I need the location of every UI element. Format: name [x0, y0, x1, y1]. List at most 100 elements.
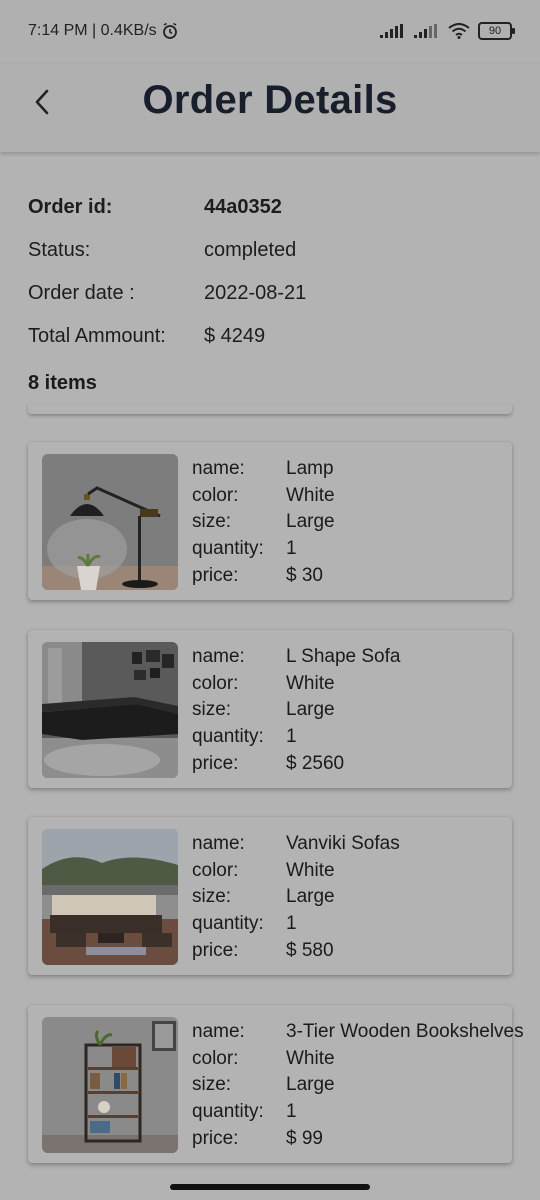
- item-price-row: price: $ 30: [192, 562, 532, 589]
- item-quantity-row: quantity: 1: [192, 911, 532, 938]
- item-size-row: size: Large: [192, 1072, 532, 1099]
- price-label: price:: [192, 939, 239, 961]
- item-color: White: [286, 672, 335, 694]
- item-color: White: [286, 859, 335, 881]
- order-item-card[interactable]: name: 3-Tier Wooden Bookshelves color: Whi…: [28, 1005, 524, 1163]
- item-name-row: name: 3-Tier Wooden Bookshelves: [192, 1019, 532, 1046]
- item-color: White: [286, 484, 335, 506]
- product-image-sofa: [42, 642, 178, 778]
- item-quantity: 1: [286, 538, 297, 560]
- color-label: color:: [192, 859, 239, 881]
- name-label: name:: [192, 458, 245, 480]
- color-label: color:: [192, 1047, 239, 1069]
- order-id-row: Order id: 44a0352: [28, 186, 512, 229]
- order-date-value: 2022-08-21: [204, 282, 307, 304]
- item-size: Large: [286, 699, 335, 721]
- item-color-row: color: White: [192, 858, 532, 885]
- order-date-label: Order date :: [28, 282, 135, 304]
- item-quantity-row: quantity: 1: [192, 536, 532, 563]
- order-item-card[interactable]: name: Lamp color: White size: Large quantit…: [28, 442, 512, 600]
- order-item-card[interactable]: name: L Shape Sofa color: White size: Large…: [28, 630, 512, 788]
- order-status-label: Status:: [28, 239, 91, 261]
- item-size-row: size: Large: [192, 697, 532, 724]
- quantity-label: quantity:: [192, 726, 264, 748]
- product-image-lamp: [42, 454, 178, 590]
- item-quantity-row: quantity: 1: [192, 724, 532, 751]
- price-label: price:: [192, 1127, 239, 1149]
- name-label: name:: [192, 833, 245, 855]
- item-price: $ 580: [286, 939, 334, 961]
- item-price-row: price: $ 580: [192, 937, 532, 964]
- status-right: 90: [380, 22, 515, 40]
- quantity-label: quantity:: [192, 538, 264, 560]
- order-total-label: Total Ammount:: [28, 325, 166, 347]
- item-price: $ 99: [286, 1127, 323, 1149]
- quantity-label: quantity:: [192, 1101, 264, 1123]
- name-label: name:: [192, 646, 245, 668]
- item-details: name: 3-Tier Wooden Bookshelves color: Whi…: [192, 1019, 532, 1152]
- item-details: name: Vanviki Sofas color: White size: Larg…: [192, 831, 532, 964]
- item-details: name: Lamp color: White size: Large quantit…: [192, 456, 532, 589]
- battery-icon: 90: [478, 22, 515, 40]
- size-label: size:: [192, 699, 232, 721]
- item-name: L Shape Sofa: [286, 646, 401, 668]
- item-price: $ 2560: [286, 752, 345, 774]
- price-label: price:: [192, 752, 239, 774]
- item-price-row: price: $ 2560: [192, 750, 532, 777]
- item-name-row: name: Vanviki Sofas: [192, 831, 532, 858]
- order-total-row: Total Ammount: $ 4249: [28, 315, 512, 358]
- list-divider: [28, 404, 512, 414]
- color-label: color:: [192, 672, 239, 694]
- status-time-speed: 7:14 PM | 0.4KB/s: [28, 22, 157, 39]
- signal-icon: [380, 24, 403, 38]
- item-size: Large: [286, 886, 335, 908]
- order-date-row: Order date : 2022-08-21: [28, 272, 512, 315]
- item-quantity: 1: [286, 726, 297, 748]
- order-status-value: completed: [204, 239, 297, 261]
- order-item-card[interactable]: name: Vanviki Sofas color: White size: Larg…: [28, 817, 512, 975]
- size-label: size:: [192, 511, 232, 533]
- app-bar: Order Details: [0, 64, 540, 152]
- item-color-row: color: White: [192, 671, 532, 698]
- name-label: name:: [192, 1021, 245, 1043]
- item-quantity: 1: [286, 913, 297, 935]
- order-id-value: 44a0352: [204, 196, 282, 218]
- order-id-label: Order id:: [28, 196, 113, 218]
- item-name: 3-Tier Wooden Bookshelves: [286, 1021, 524, 1043]
- color-label: color:: [192, 484, 239, 506]
- order-status-row: Status: completed: [28, 229, 512, 272]
- item-price: $ 30: [286, 564, 323, 586]
- quantity-label: quantity:: [192, 913, 264, 935]
- item-color: White: [286, 1047, 335, 1069]
- size-label: size:: [192, 886, 232, 908]
- product-image-bookshelf: [42, 1017, 178, 1153]
- page-title: Order Details: [142, 78, 398, 122]
- item-quantity: 1: [286, 1101, 297, 1123]
- battery-level: 90: [488, 25, 502, 37]
- item-name: Vanviki Sofas: [286, 833, 400, 855]
- item-size-row: size: Large: [192, 884, 532, 911]
- status-left: 7:14 PM | 0.4KB/s: [28, 22, 179, 40]
- alarm-icon: [162, 22, 177, 39]
- item-name-row: name: L Shape Sofa: [192, 644, 532, 671]
- item-quantity-row: quantity: 1: [192, 1099, 532, 1126]
- size-label: size:: [192, 1074, 232, 1096]
- order-summary: Order id: 44a0352 Status: completed Orde…: [28, 186, 512, 395]
- item-color-row: color: White: [192, 483, 532, 510]
- item-color-row: color: White: [192, 1046, 532, 1073]
- home-indicator[interactable]: [170, 1184, 370, 1190]
- item-size: Large: [286, 511, 335, 533]
- product-image-outdoor-sofa: [42, 829, 178, 965]
- signal-icon-2: [414, 24, 437, 38]
- status-bar: 7:14 PM | 0.4KB/s 90: [0, 0, 540, 64]
- price-label: price:: [192, 564, 239, 586]
- item-price-row: price: $ 99: [192, 1125, 532, 1152]
- item-size: Large: [286, 1074, 335, 1096]
- items-count: 8 items: [28, 372, 97, 394]
- item-details: name: L Shape Sofa color: White size: Large…: [192, 644, 532, 777]
- item-name-row: name: Lamp: [192, 456, 532, 483]
- item-size-row: size: Large: [192, 509, 532, 536]
- item-name: Lamp: [286, 458, 334, 480]
- order-total-value: $ 4249: [204, 325, 266, 347]
- wifi-icon: [448, 23, 470, 39]
